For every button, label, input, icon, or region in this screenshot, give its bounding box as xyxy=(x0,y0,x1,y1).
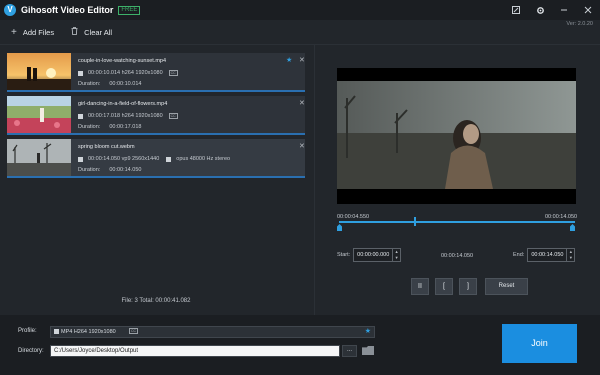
browse-button[interactable]: ... xyxy=(342,345,357,357)
profile-value: MP4 H264 1920x1080 xyxy=(61,329,116,335)
total-time: 00:00:14.050 xyxy=(545,214,578,220)
duration-info: Duration: 00:00:10.014 xyxy=(78,81,141,87)
file-row[interactable]: couple-in-love-watching-sunset.mp4 00:00… xyxy=(7,53,305,92)
video-thumbnail xyxy=(7,53,71,90)
file-name: girl-dancing-in-a-field-of-flowers.mp4 xyxy=(78,101,168,107)
panel-divider xyxy=(314,45,315,315)
profile-select[interactable]: MP4 H264 1920x1080 CC ★ xyxy=(50,326,375,338)
mark-out-button[interactable]: ] xyxy=(459,278,477,295)
timeline-playhead[interactable] xyxy=(414,217,416,226)
end-time-field[interactable]: 00:00:14.050 xyxy=(527,248,568,262)
video-preview[interactable] xyxy=(337,68,576,204)
pause-button[interactable]: II xyxy=(411,278,429,295)
duration-label: Duration: xyxy=(78,124,101,130)
audio-details: opus 48000 Hz stereo xyxy=(176,156,231,162)
video-icon xyxy=(54,329,59,334)
clear-all-button[interactable]: Clear All xyxy=(71,26,113,38)
file-summary: File: 3 Total: 00:00:41.082 xyxy=(121,298,191,304)
remove-file-icon[interactable]: ✕ xyxy=(299,99,305,107)
subtitle-icon[interactable]: CC xyxy=(168,113,178,119)
toolbar: + Add Files Clear All xyxy=(0,20,600,44)
window-controls xyxy=(504,0,600,20)
file-row[interactable]: girl-dancing-in-a-field-of-flowers.mp4 0… xyxy=(7,96,305,135)
mark-in-button[interactable]: [ xyxy=(435,278,453,295)
start-time-stepper[interactable]: ▲ ▼ xyxy=(393,248,402,262)
duration-info: Duration: 00:00:17.018 xyxy=(78,124,141,130)
video-thumbnail xyxy=(7,139,71,176)
open-folder-icon[interactable] xyxy=(362,346,374,355)
app-title: Gihosoft Video Editor xyxy=(21,5,114,15)
video-stream-info: 00:00:14.050 vp9 2560x1440 opus 48000 Hz… xyxy=(78,156,230,162)
selection-duration: 00:00:14.050 xyxy=(441,253,474,259)
audio-stream-info: opus 48000 Hz stereo xyxy=(166,156,230,162)
video-details: 00:00:14.050 vp9 2560x1440 xyxy=(88,156,160,162)
toolbar-divider xyxy=(0,44,600,45)
file-row[interactable]: spring bloom cut.webm 00:00:14.050 vp9 2… xyxy=(7,139,305,178)
start-time-field[interactable]: 00:00:00.000 xyxy=(353,248,394,262)
directory-input[interactable]: C:/Users/Joyce/Desktop/Output xyxy=(50,345,340,357)
video-stream-info: 00:00:17.018 h264 1920x1080 CC xyxy=(78,113,178,119)
start-time-control: Start: 00:00:00.000 ▲ ▼ xyxy=(337,248,402,262)
title-bar: V Gihosoft Video Editor FREE xyxy=(0,0,600,20)
duration-label: Duration: xyxy=(78,167,101,173)
video-details: 00:00:17.018 h264 1920x1080 xyxy=(88,113,163,119)
duration-value: 00:00:14.050 xyxy=(109,167,142,173)
remove-file-icon[interactable]: ✕ xyxy=(299,56,305,64)
video-stream-info: 00:00:10.014 h264 1920x1080 CC xyxy=(78,70,178,76)
star-icon[interactable]: ★ xyxy=(286,56,292,64)
star-icon[interactable]: ★ xyxy=(365,327,371,337)
join-button[interactable]: Join xyxy=(502,324,577,363)
duration-info: Duration: 00:00:14.050 xyxy=(78,167,141,173)
free-badge: FREE xyxy=(118,5,141,15)
end-time-stepper[interactable]: ▲ ▼ xyxy=(567,248,576,262)
file-name: spring bloom cut.webm xyxy=(78,144,135,150)
video-thumbnail xyxy=(7,96,71,133)
clear-all-label: Clear All xyxy=(84,27,113,37)
feedback-icon[interactable] xyxy=(504,0,528,20)
video-track-checkbox[interactable] xyxy=(78,70,83,76)
directory-label: Directory: xyxy=(18,348,44,354)
remove-file-icon[interactable]: ✕ xyxy=(299,142,305,150)
file-name: couple-in-love-watching-sunset.mp4 xyxy=(78,58,167,64)
video-track-checkbox[interactable] xyxy=(78,156,83,162)
app-logo: V xyxy=(4,4,16,16)
subtitle-icon: CC xyxy=(129,328,139,334)
audio-track-checkbox[interactable] xyxy=(166,156,172,162)
duration-value: 00:00:10.014 xyxy=(109,81,142,87)
file-list: couple-in-love-watching-sunset.mp4 00:00… xyxy=(7,53,305,295)
trim-end-handle[interactable] xyxy=(570,224,575,231)
video-details: 00:00:10.014 h264 1920x1080 xyxy=(88,70,163,76)
settings-gear-icon[interactable] xyxy=(528,0,552,20)
end-time-control: End: 00:00:14.050 ▲ ▼ xyxy=(513,248,576,262)
current-time: 00:00:04.550 xyxy=(337,214,370,220)
profile-label: Profile: xyxy=(18,328,37,334)
timeline-track[interactable] xyxy=(339,221,575,223)
end-label: End: xyxy=(513,252,525,258)
trim-start-handle[interactable] xyxy=(337,224,342,231)
trash-icon xyxy=(71,26,78,38)
video-track-checkbox[interactable] xyxy=(78,113,83,119)
add-files-label: Add Files xyxy=(22,27,55,37)
start-label: Start: xyxy=(337,252,351,258)
minimize-button[interactable] xyxy=(552,0,576,20)
duration-value: 00:00:17.018 xyxy=(109,124,142,130)
close-window-button[interactable] xyxy=(576,0,600,20)
plus-icon: + xyxy=(11,26,17,38)
duration-label: Duration: xyxy=(78,81,101,87)
subtitle-icon[interactable]: CC xyxy=(168,70,178,76)
add-files-button[interactable]: + Add Files xyxy=(11,27,54,38)
reset-button[interactable]: Reset xyxy=(485,278,528,295)
